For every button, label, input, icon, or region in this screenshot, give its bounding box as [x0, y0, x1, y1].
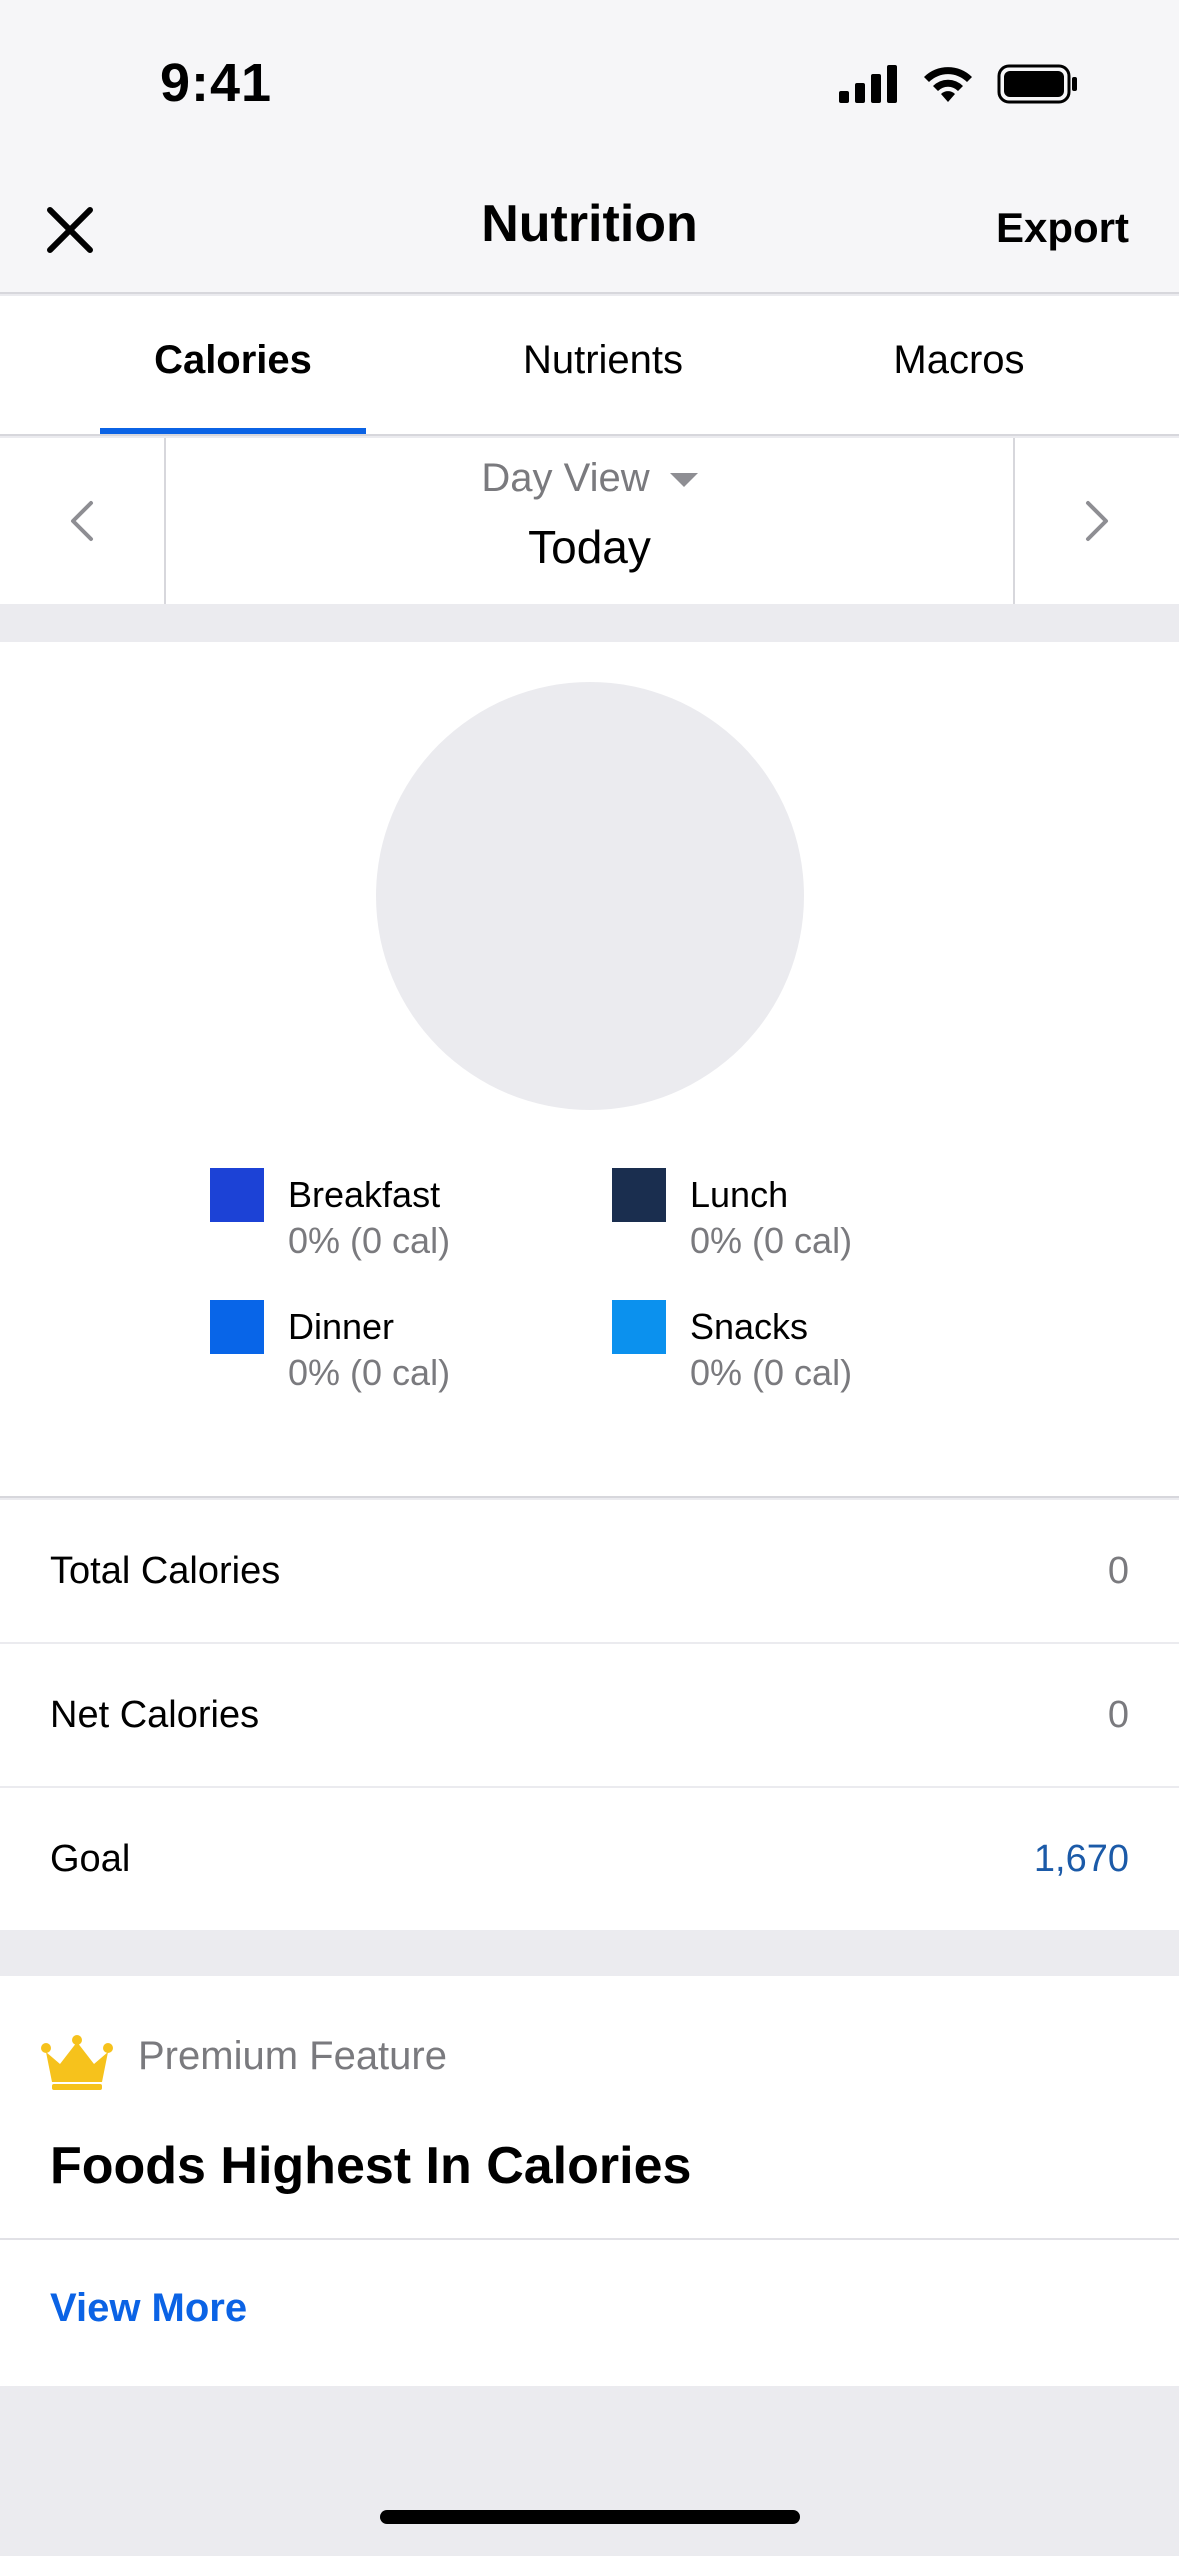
net-calories-value: 0 — [1107, 1694, 1129, 1736]
export-button[interactable]: Export — [996, 204, 1129, 252]
current-date-label: Today — [528, 521, 651, 573]
legend-swatch-lunch — [612, 1168, 666, 1222]
goal-label: Goal — [50, 1838, 131, 1880]
goal-value[interactable]: 1,670 — [1034, 1838, 1129, 1881]
day-view-label: Day View — [481, 456, 650, 500]
home-indicator — [380, 2510, 800, 2524]
total-calories-value: 0 — [1107, 1550, 1129, 1592]
legend-value: 0% (0 cal) — [288, 1352, 451, 1393]
net-calories-label: Net Calories — [50, 1694, 260, 1736]
legend-label: Dinner — [288, 1306, 395, 1347]
premium-feature-label: Premium Feature — [138, 2034, 447, 2078]
date-navigator: Day View Today — [0, 438, 1179, 604]
total-calories-label: Total Calories — [50, 1550, 281, 1592]
caret-down-icon — [669, 473, 698, 488]
status-icons — [839, 64, 1079, 104]
legend-value: 0% (0 cal) — [690, 1352, 853, 1393]
active-tab-indicator — [100, 428, 366, 434]
wifi-icon — [924, 67, 972, 102]
tab-nutrients[interactable]: Nutrients — [470, 338, 736, 383]
cellular-signal-icon — [839, 65, 897, 103]
calories-chart-card: Breakfast 0% (0 cal) Lunch 0% (0 cal) Di… — [0, 642, 1179, 1498]
legend-swatch-snacks — [612, 1300, 666, 1354]
legend-label: Lunch — [690, 1174, 789, 1215]
legend-swatch-dinner — [210, 1300, 264, 1354]
day-view-selector[interactable]: Day View — [0, 456, 1179, 501]
calorie-summary: Total Calories 0 Net Calories 0 Goal 1,6… — [0, 1500, 1179, 1930]
status-bar: 9:41 — [0, 0, 1179, 170]
total-calories-row: Total Calories 0 — [0, 1500, 1179, 1644]
legend-value: 0% (0 cal) — [288, 1220, 451, 1261]
next-day-button[interactable] — [1013, 438, 1179, 604]
crown-icon — [41, 2035, 113, 2090]
nav-bar: Nutrition Export — [0, 170, 1179, 294]
legend-value: 0% (0 cal) — [690, 1220, 853, 1261]
goal-row[interactable]: Goal 1,670 — [0, 1788, 1179, 1930]
premium-feature-title: Foods Highest In Calories — [50, 2137, 692, 2195]
legend-label: Breakfast — [288, 1174, 441, 1215]
tab-calories[interactable]: Calories — [100, 338, 366, 383]
net-calories-row: Net Calories 0 — [0, 1644, 1179, 1788]
tab-bar: Calories Nutrients Macros — [0, 296, 1179, 436]
status-time: 9:41 — [160, 53, 273, 113]
legend-swatch-breakfast — [210, 1168, 264, 1222]
view-more-link[interactable]: View More — [50, 2286, 247, 2331]
chevron-right-icon — [1086, 501, 1108, 541]
legend-label: Snacks — [690, 1306, 809, 1347]
tab-macros[interactable]: Macros — [826, 338, 1092, 383]
premium-feature-card: Premium Feature Foods Highest In Calorie… — [0, 1976, 1179, 2386]
battery-icon — [997, 64, 1077, 104]
calories-pie-chart — [376, 682, 804, 1110]
divider — [0, 2238, 1179, 2240]
